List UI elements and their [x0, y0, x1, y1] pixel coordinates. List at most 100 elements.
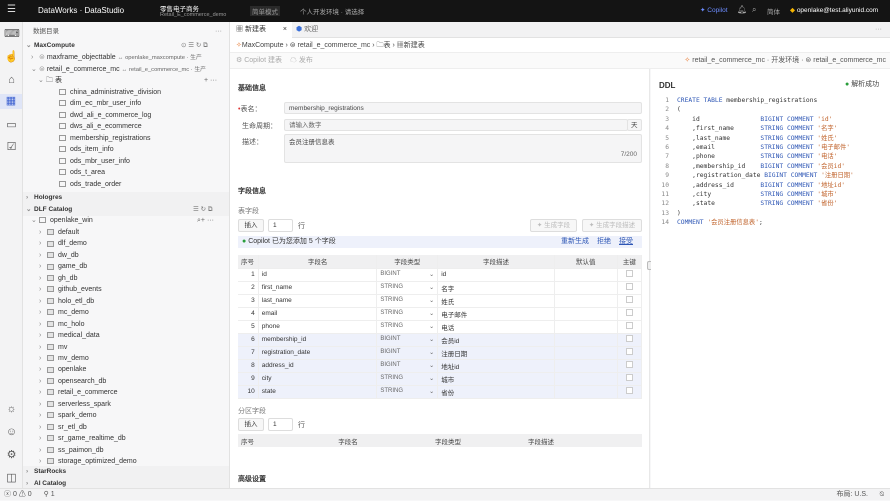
field-name-cell[interactable]: phone: [258, 320, 378, 334]
field-type-select[interactable]: STRING ⌄: [376, 294, 439, 308]
language-select[interactable]: 简体: [767, 6, 780, 16]
primary-key-checkbox[interactable]: [617, 385, 643, 399]
database-item[interactable]: › dlf_demo: [39, 238, 229, 250]
section-tools-icon[interactable]: ⊙ ☰ ↻ ⧉: [181, 40, 208, 52]
home-icon[interactable]: ⌂: [4, 73, 19, 88]
database-item[interactable]: › default: [39, 227, 229, 239]
section-dlf[interactable]: ⌄ DLF Catalog ☰ ↻ ⧉: [23, 204, 229, 216]
field-name-cell[interactable]: city: [258, 372, 378, 386]
project-item[interactable]: › ⊜ maxframe_objecttable ↔ openlake_maxco…: [31, 52, 237, 64]
field-type-select[interactable]: BIGINT ⌄: [376, 346, 439, 360]
field-name-cell[interactable]: address_id: [258, 359, 378, 373]
pointer-icon[interactable]: ☝: [4, 50, 19, 65]
field-name-cell[interactable]: registration_date: [258, 346, 378, 360]
field-type-select[interactable]: STRING ⌄: [376, 320, 439, 334]
menu-icon[interactable]: ☰: [7, 4, 16, 15]
primary-key-checkbox[interactable]: [617, 307, 643, 321]
tabs-more-icon[interactable]: ···: [875, 22, 882, 38]
generate-fields-button[interactable]: ✦ 生成字段: [530, 219, 577, 232]
primary-key-checkbox[interactable]: [617, 372, 643, 386]
database-item[interactable]: › gh_db: [39, 273, 229, 285]
database-item[interactable]: › retail_e_commerce: [39, 387, 229, 399]
default-value-cell[interactable]: [554, 281, 618, 295]
partition-insert-button[interactable]: 插入: [238, 418, 264, 431]
default-value-cell[interactable]: [554, 268, 618, 282]
table-item[interactable]: dws_ali_e_ecommerce: [59, 121, 229, 133]
database-item[interactable]: › openlake: [39, 364, 229, 376]
copilot-create-button[interactable]: ⚙ Copilot 建表: [236, 57, 282, 64]
field-name-cell[interactable]: email: [258, 307, 378, 321]
search-icon[interactable]: ⌕: [752, 5, 756, 15]
lifecycle-input[interactable]: 请输入数字: [284, 119, 628, 131]
field-desc-cell[interactable]: 会员id: [437, 333, 555, 347]
field-type-select[interactable]: STRING ⌄: [376, 307, 439, 321]
field-desc-cell[interactable]: 电子邮件: [437, 307, 555, 321]
env-select[interactable]: 个人开发环境 · 请选择: [300, 6, 364, 16]
primary-key-checkbox[interactable]: [617, 346, 643, 360]
reject-link[interactable]: 拒绝: [597, 236, 611, 248]
user-menu[interactable]: ◆ openlake@test.aliyunid.com: [790, 6, 878, 14]
field-name-cell[interactable]: id: [258, 268, 378, 282]
field-desc-cell[interactable]: 地址id: [437, 359, 555, 373]
more-icon[interactable]: ···: [215, 26, 229, 38]
table-item[interactable]: ods_item_info: [59, 144, 229, 156]
field-desc-cell[interactable]: 姓氏: [437, 294, 555, 308]
database-item[interactable]: › mc_demo: [39, 307, 229, 319]
table-item[interactable]: membership_registrations: [59, 133, 229, 145]
database-item[interactable]: › mv_demo: [39, 353, 229, 365]
field-type-select[interactable]: STRING ⌄: [376, 281, 439, 295]
database-item[interactable]: › mv: [39, 342, 229, 354]
default-value-cell[interactable]: [554, 294, 618, 308]
table-name-input[interactable]: membership_registrations: [284, 102, 642, 114]
code-icon[interactable]: ⌨: [4, 27, 20, 42]
gear-icon[interactable]: ⚙: [4, 448, 19, 463]
problems-indicator[interactable]: ⓧ 0 ⚠ 0: [4, 491, 32, 498]
database-item[interactable]: › holo_etl_db: [39, 296, 229, 308]
primary-key-checkbox[interactable]: [617, 359, 643, 373]
partition-count-input[interactable]: 1: [268, 418, 293, 431]
database-item[interactable]: › game_db: [39, 261, 229, 273]
field-name-cell[interactable]: membership_id: [258, 333, 378, 347]
regenerate-link[interactable]: 重新生成: [561, 236, 589, 248]
field-desc-cell[interactable]: 注册日期: [437, 346, 555, 360]
section-maxcompute[interactable]: ⌄ MaxCompute ⊙ ☰ ↻ ⧉: [23, 40, 229, 52]
field-type-select[interactable]: BIGINT ⌄: [376, 359, 439, 373]
primary-key-checkbox[interactable]: [617, 320, 643, 334]
breadcrumb-item[interactable]: MaxCompute: [242, 42, 284, 49]
catalog-openlake-win[interactable]: ⌄ openlake_win ⌕+ ···: [31, 215, 237, 227]
field-type-select[interactable]: BIGINT ⌄: [376, 333, 439, 347]
field-desc-cell[interactable]: 名字: [437, 281, 555, 295]
field-desc-cell[interactable]: 省份: [437, 385, 555, 399]
database-item[interactable]: › opensearch_db: [39, 376, 229, 388]
data-catalog-icon[interactable]: ▦: [0, 94, 22, 109]
default-value-cell[interactable]: [554, 385, 618, 399]
table-item[interactable]: ods_trade_order: [59, 179, 229, 191]
primary-key-checkbox[interactable]: [617, 294, 643, 308]
mode-select[interactable]: 简单模式: [250, 6, 280, 16]
default-value-cell[interactable]: [554, 372, 618, 386]
breadcrumb-item[interactable]: retail_e_commerce_mc: [298, 42, 371, 49]
database-item[interactable]: › mc_holo: [39, 319, 229, 331]
tab-welcome[interactable]: ⬢ 欢迎: [296, 22, 318, 38]
checklist-icon[interactable]: ☑: [4, 140, 19, 155]
publish-button[interactable]: ☁ 发布: [290, 57, 313, 64]
table-item[interactable]: china_administrative_division: [59, 87, 229, 99]
field-desc-cell[interactable]: 电话: [437, 320, 555, 334]
field-name-cell[interactable]: first_name: [258, 281, 378, 295]
database-item[interactable]: › serverless_spark: [39, 399, 229, 411]
table-item[interactable]: dwd_ali_e_commerce_log: [59, 110, 229, 122]
database-item[interactable]: › medical_data: [39, 330, 229, 342]
table-item[interactable]: dim_ec_mbr_user_info: [59, 98, 229, 110]
default-value-cell[interactable]: [554, 333, 618, 347]
default-value-cell[interactable]: [554, 346, 618, 360]
sun-icon[interactable]: ☼: [4, 402, 19, 417]
folder-tables[interactable]: ⌄ 🗀︎ 表 + ···: [38, 75, 244, 87]
add-icon[interactable]: + ···: [204, 75, 217, 87]
panel-toggle-icon[interactable]: ◫: [4, 471, 19, 486]
copilot-button[interactable]: ✦ Copilot: [700, 6, 728, 14]
section-starrocks[interactable]: › StarRocks: [23, 466, 229, 478]
bell-icon[interactable]: 🔔︎: [737, 5, 747, 14]
database-item[interactable]: › spark_demo: [39, 410, 229, 422]
insert-button[interactable]: 插入: [238, 219, 264, 232]
database-item[interactable]: › github_events: [39, 284, 229, 296]
